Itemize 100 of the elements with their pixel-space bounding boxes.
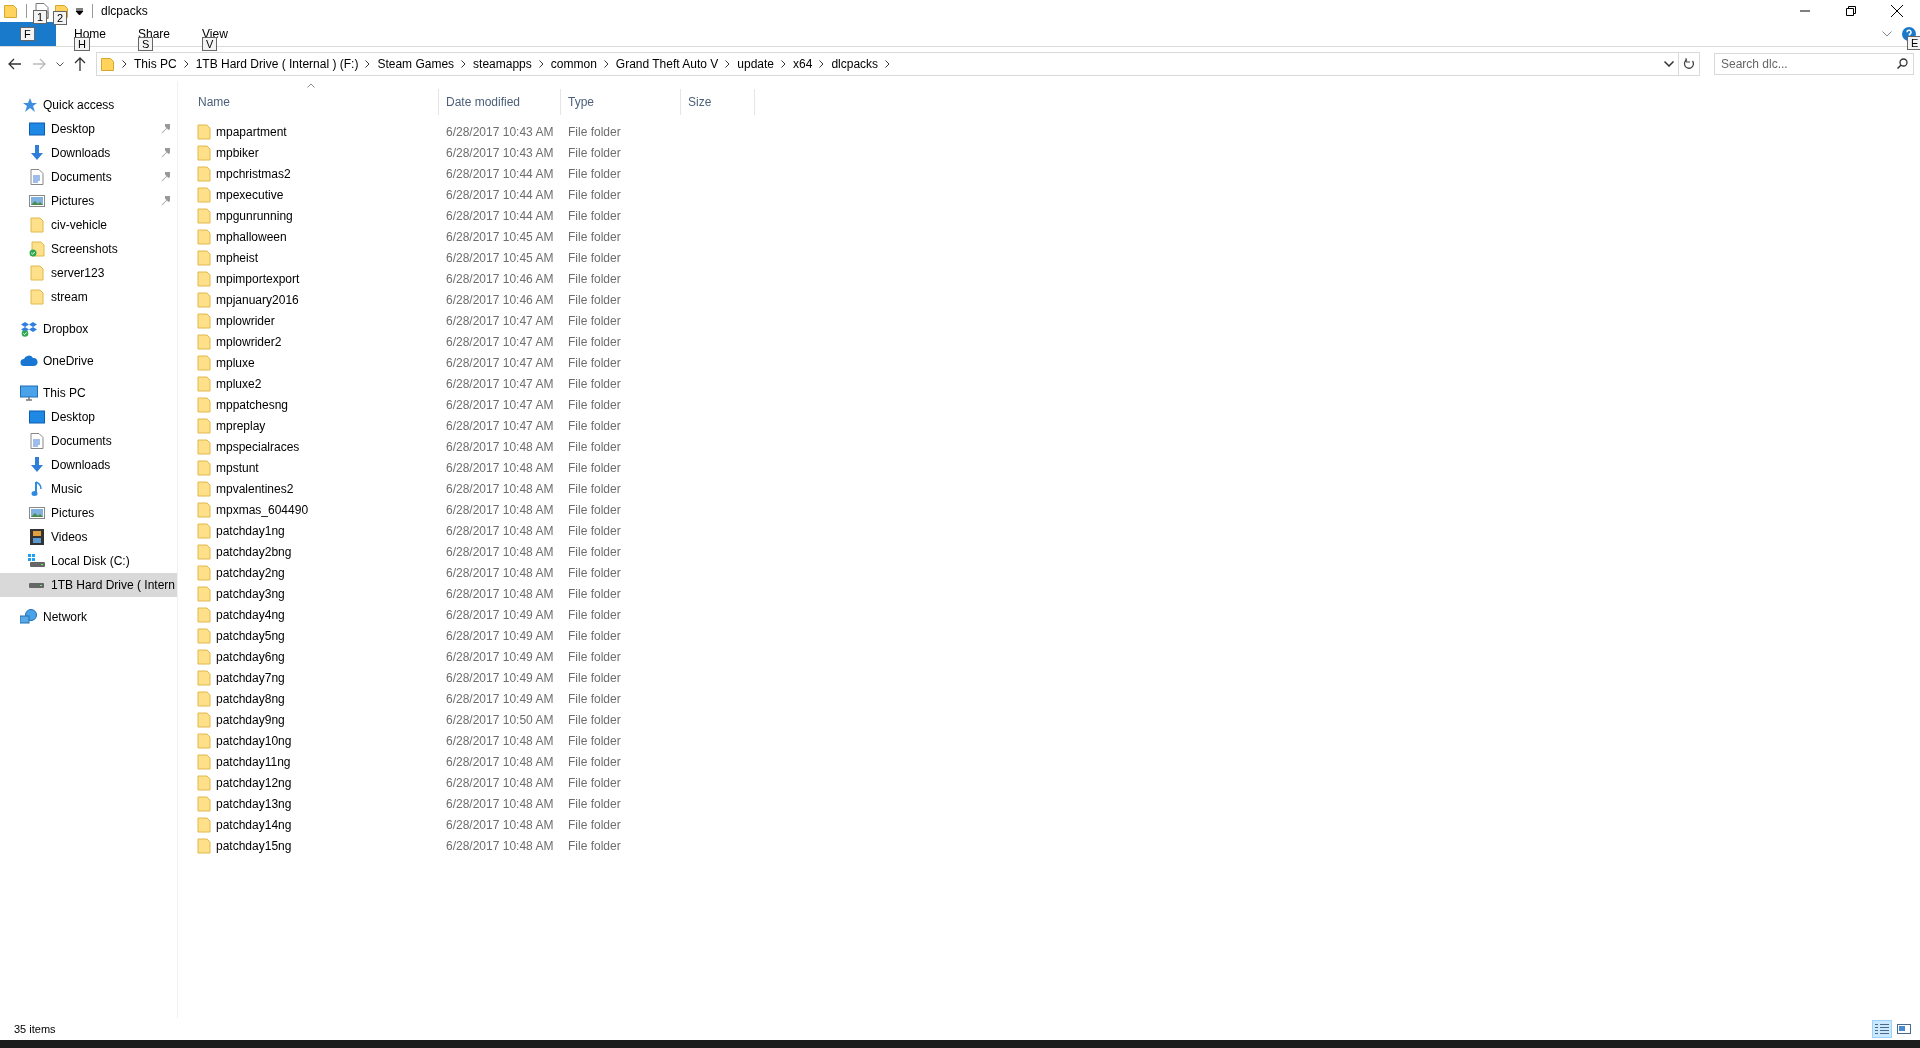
file-name[interactable]: patchday3ng [216, 586, 285, 601]
nav-item[interactable]: Music [0, 477, 177, 501]
column-header[interactable]: Date modified [439, 89, 561, 115]
nav-item[interactable]: civ-vehicle [0, 213, 177, 237]
file-name[interactable]: patchday13ng [216, 796, 292, 811]
nav-item[interactable]: stream [0, 285, 177, 309]
column-header[interactable]: Name [191, 89, 439, 115]
nav-item[interactable]: Desktop [0, 117, 177, 141]
nav-item[interactable]: Pictures [0, 189, 177, 213]
chevron-icon[interactable] [725, 60, 731, 68]
chevron-icon[interactable] [538, 60, 544, 68]
nav-label: Local Disk (C:) [51, 554, 131, 568]
file-name[interactable]: mppatchesng [216, 397, 289, 412]
file-name[interactable]: mpbiker [216, 145, 259, 160]
dropdown-icon[interactable] [1664, 61, 1674, 67]
chevron-icon[interactable] [819, 60, 825, 68]
file-name[interactable]: mpapartment [216, 124, 287, 139]
file-name[interactable]: patchday2bng [216, 544, 292, 559]
back-arrow-icon[interactable] [8, 58, 22, 70]
file-name[interactable]: patchday14ng [216, 817, 292, 832]
chevron-icon[interactable] [365, 60, 371, 68]
details-view-button[interactable] [1872, 1020, 1892, 1038]
file-name[interactable]: mpexecutive [216, 187, 284, 202]
file-name[interactable]: patchday12ng [216, 775, 292, 790]
file-name[interactable]: patchday8ng [216, 691, 285, 706]
pin-icon[interactable] [161, 124, 171, 134]
chevron-icon[interactable] [781, 60, 787, 68]
chevron-icon[interactable] [183, 60, 189, 68]
recent-locations-icon[interactable] [56, 61, 64, 67]
file-name[interactable]: mpimportexport [216, 271, 300, 286]
folder-icon [197, 249, 211, 266]
chevron-icon[interactable] [122, 60, 127, 68]
file-name[interactable]: patchday10ng [216, 733, 292, 748]
breadcrumb[interactable]: Steam Games [373, 57, 459, 71]
file-name[interactable]: mplowrider [216, 313, 275, 328]
chevron-icon[interactable] [461, 60, 467, 68]
up-arrow-icon[interactable] [74, 57, 86, 71]
nav-item[interactable]: Pictures [0, 501, 177, 525]
keytip: V [202, 37, 218, 51]
breadcrumb[interactable]: update [733, 57, 779, 71]
breadcrumb[interactable]: steamapps [469, 57, 536, 71]
file-name[interactable]: patchday4ng [216, 607, 285, 622]
nav-item[interactable]: Network [0, 605, 177, 629]
file-name[interactable]: mpreplay [216, 418, 266, 433]
nav-item[interactable]: Documents [0, 429, 177, 453]
breadcrumb[interactable]: dlcpacks [827, 57, 883, 71]
date-modified: 6/28/2017 10:47 AM [446, 313, 554, 328]
address-bar[interactable]: This PC 1TB Hard Drive ( Internal ) (F:) Steam Games steamapps common Grand Theft Auto V update x64 dlcpacks [96, 52, 1700, 76]
breadcrumb[interactable]: common [546, 57, 601, 71]
chevron-icon[interactable] [603, 60, 609, 68]
nav-item[interactable]: server123 [0, 261, 177, 285]
file-name[interactable]: mphalloween [216, 229, 287, 244]
file-name[interactable]: patchday5ng [216, 628, 285, 643]
chevron-icon[interactable] [885, 60, 891, 68]
nav-item[interactable]: Dropbox [0, 317, 177, 341]
nav-item[interactable]: OneDrive [0, 349, 177, 373]
customize-dropdown-icon[interactable] [75, 6, 84, 16]
pin-icon[interactable] [161, 172, 171, 182]
file-name[interactable]: patchday2ng [216, 565, 285, 580]
nav-item[interactable]: Documents [0, 165, 177, 189]
file-name[interactable]: mpspecialraces [216, 439, 300, 454]
file-name[interactable]: mpheist [216, 250, 259, 265]
pin-icon[interactable] [161, 196, 171, 206]
breadcrumb[interactable]: 1TB Hard Drive ( Internal ) (F:) [191, 57, 363, 71]
nav-item[interactable]: Local Disk (C:) [0, 549, 177, 573]
file-name[interactable]: mpvalentines2 [216, 481, 294, 496]
breadcrumb[interactable]: x64 [789, 57, 817, 71]
breadcrumb[interactable]: Grand Theft Auto V [611, 57, 723, 71]
nav-item[interactable]: Downloads [0, 453, 177, 477]
nav-item[interactable]: Screenshots [0, 237, 177, 261]
file-name[interactable]: patchday1ng [216, 523, 285, 538]
nav-item[interactable]: Downloads [0, 141, 177, 165]
file-name[interactable]: mpchristmas2 [216, 166, 291, 181]
column-header[interactable]: Type [561, 89, 681, 115]
pin-icon[interactable] [161, 148, 171, 158]
file-name[interactable]: mpluxe2 [216, 376, 262, 391]
nav-item[interactable]: This PC [0, 381, 177, 405]
folder-icon [197, 522, 211, 539]
file-name[interactable]: patchday15ng [216, 838, 292, 853]
nav-item[interactable]: Desktop [0, 405, 177, 429]
file-name[interactable]: patchday7ng [216, 670, 285, 685]
file-name[interactable]: mpjanuary2016 [216, 292, 299, 307]
nav-item[interactable]: Videos [0, 525, 177, 549]
search-field[interactable]: Search dlc... [1714, 53, 1914, 75]
file-name[interactable]: patchday11ng [216, 754, 291, 769]
file-name[interactable]: mplowrider2 [216, 334, 282, 349]
file-name[interactable]: mpgunrunning [216, 208, 293, 223]
file-name[interactable]: patchday6ng [216, 649, 285, 664]
expand-ribbon-icon[interactable] [1882, 31, 1892, 37]
refresh-icon[interactable] [1683, 58, 1695, 70]
file-name[interactable]: patchday9ng [216, 712, 285, 727]
file-name[interactable]: mpstunt [216, 460, 259, 475]
date-modified: 6/28/2017 10:49 AM [446, 628, 554, 643]
computer-icon [20, 385, 38, 401]
breadcrumb[interactable]: This PC [130, 57, 181, 71]
file-name[interactable]: mpluxe [216, 355, 255, 370]
file-name[interactable]: mpxmas_604490 [216, 502, 309, 517]
column-header[interactable]: Size [681, 89, 755, 115]
nav-item[interactable]: 1TB Hard Drive ( Intern [0, 573, 177, 597]
nav-item[interactable]: Quick access [0, 93, 177, 117]
